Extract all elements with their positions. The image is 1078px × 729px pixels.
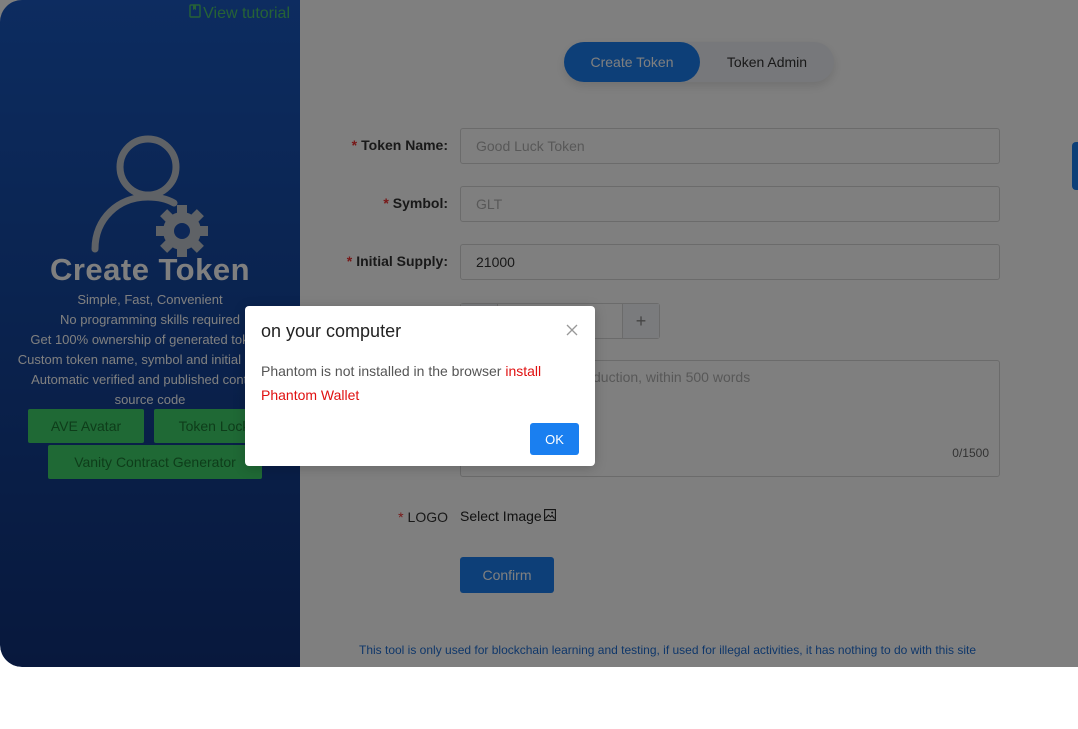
phantom-dialog: on your computer Phantom is not installe… — [245, 306, 595, 466]
dialog-message-text: Phantom is not installed in the browser — [261, 363, 506, 379]
ok-button[interactable]: OK — [530, 423, 579, 455]
close-icon[interactable] — [565, 323, 579, 337]
app-root: View tutorial — [0, 0, 1078, 729]
dialog-message: Phantom is not installed in the browser … — [261, 359, 579, 407]
dialog-title: on your computer — [261, 321, 402, 341]
